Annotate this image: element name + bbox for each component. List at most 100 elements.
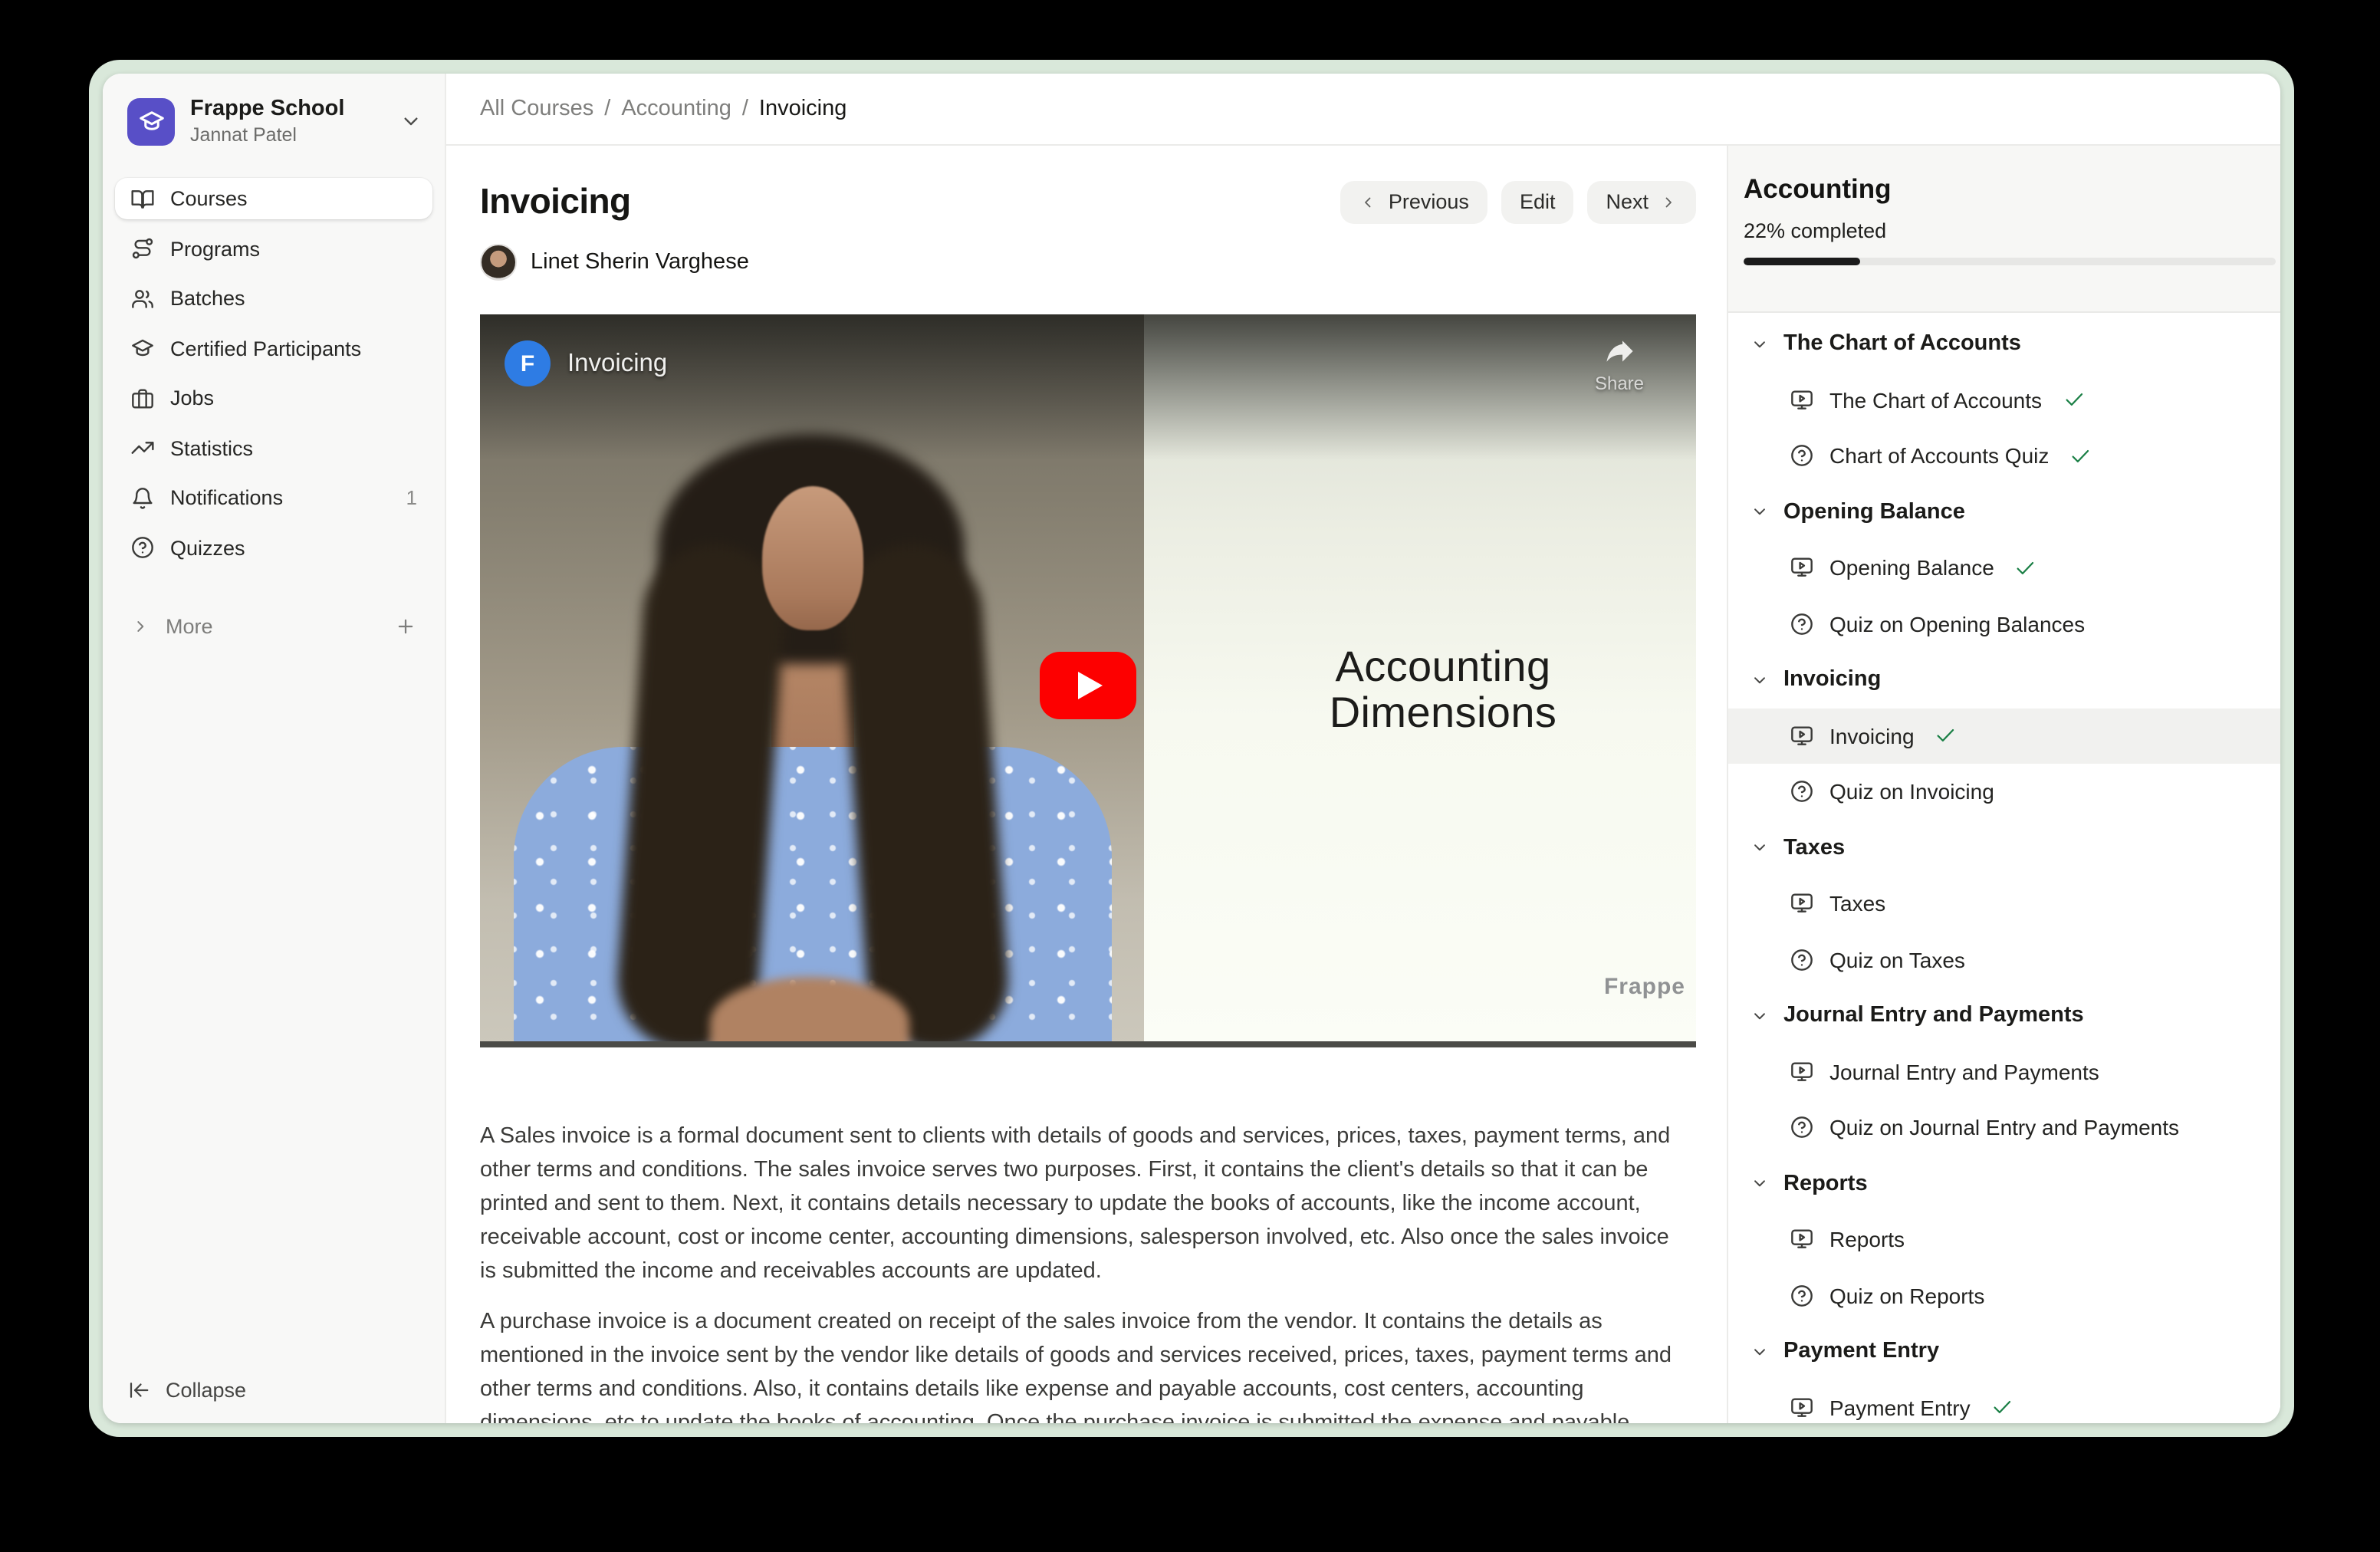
outline-item-invoicing[interactable]: Invoicing [1728,708,2280,764]
lesson-icon [1790,556,1814,580]
outline-item-label: Quiz on Invoicing [1829,780,1994,804]
workspace-user: Jannat Patel [190,124,344,146]
lesson-paragraph: A Sales invoice is a formal document sen… [480,1120,1676,1288]
outline-item-opening-balance[interactable]: Opening Balance [1728,540,2280,596]
sidebar-collapse-button[interactable]: Collapse [103,1379,445,1423]
plus-icon[interactable] [394,615,417,638]
check-icon [2062,389,2085,412]
outline-section-title: Journal Entry and Payments [1783,1004,2084,1028]
frappe-watermark: Frappe [1604,974,1685,1000]
outline-item-journal-entry-and-payments[interactable]: Journal Entry and Payments [1728,1044,2280,1100]
graduation-cap-icon [137,107,165,135]
outline-section-title: Invoicing [1783,668,1881,692]
play-button[interactable] [1040,652,1136,719]
breadcrumb: All Courses / Accounting / Invoicing [446,74,2280,146]
video-player[interactable]: Accounting Dimensions Frappe F Invoicing [480,314,1696,1047]
chevron-down-icon [1750,334,1770,354]
quiz-icon [1790,1116,1814,1140]
course-title: Accounting [1744,173,2265,206]
video-title[interactable]: Invoicing [567,349,667,378]
body-row: Invoicing Previous Edit [446,146,2280,1423]
sidebar-more[interactable]: More [130,606,417,647]
outline-section-opening-balance[interactable]: Opening Balance [1728,484,2280,540]
screen: Frappe School Jannat Patel Courses Progr… [0,0,2380,1552]
breadcrumb-all-courses[interactable]: All Courses [480,97,593,121]
video-bottom-bar [480,1041,1696,1047]
video-title-bar: F Invoicing [505,340,667,386]
author-name: Linet Sherin Varghese [531,250,749,275]
notification-count-badge: 1 [406,486,417,509]
sidebar-item-statistics[interactable]: Statistics [115,427,432,469]
sidebar-item-quizzes[interactable]: Quizzes [115,527,432,568]
breadcrumb-separator: / [604,97,610,121]
lesson-icon [1790,388,1814,413]
video-top-gradient [480,314,1696,460]
sidebar-item-label: Statistics [170,436,253,459]
lesson-icon [1790,1060,1814,1084]
outline-item-taxes[interactable]: Taxes [1728,876,2280,932]
course-outline: Accounting 22% completed The Chart of Ac… [1727,146,2280,1423]
outline-section-title: Payment Entry [1783,1340,1939,1364]
outline-section-journal-entry-and-payments[interactable]: Journal Entry and Payments [1728,988,2280,1044]
lesson-icon [1790,1228,1814,1252]
lesson-icon [1790,892,1814,916]
lesson-header: Invoicing Previous Edit [480,176,1696,227]
sidebar-item-certified-participants[interactable]: Certified Participants [115,327,432,369]
sidebar-item-notifications[interactable]: Notifications 1 [115,477,432,518]
sidebar-item-programs[interactable]: Programs [115,228,432,269]
sidebar-items: Courses Programs Batches Certified Parti… [115,178,432,577]
outline-section-taxes[interactable]: Taxes [1728,820,2280,876]
progress-fill [1744,258,1861,265]
lesson-body-text: A Sales invoice is a formal document sen… [480,1120,1676,1423]
chevron-down-icon [1750,1342,1770,1362]
outline-item-chart-of-accounts-quiz[interactable]: Chart of Accounts Quiz [1728,428,2280,484]
chevron-right-icon [130,617,150,636]
outline-item-quiz-on-reports[interactable]: Quiz on Reports [1728,1268,2280,1323]
outline-item-payment-entry[interactable]: Payment Entry [1728,1379,2280,1423]
sidebar-item-batches[interactable]: Batches [115,278,432,319]
outline-section-title: Opening Balance [1783,500,1965,524]
next-button[interactable]: Next [1587,180,1696,223]
outline-item-reports[interactable]: Reports [1728,1212,2280,1268]
outline-item-label: Reports [1829,1228,1905,1252]
help-circle-icon [130,535,155,560]
check-icon [2014,557,2037,580]
sidebar-item-jobs[interactable]: Jobs [115,377,432,419]
outline-item-quiz-on-opening-balances[interactable]: Quiz on Opening Balances [1728,596,2280,652]
outline-item-quiz-on-journal-entry-and-payments[interactable]: Quiz on Journal Entry and Payments [1728,1100,2280,1156]
outline-section-title: The Chart of Accounts [1783,332,2021,357]
share-button[interactable]: Share [1576,334,1662,394]
sidebar: Frappe School Jannat Patel Courses Progr… [103,74,446,1423]
breadcrumb-course[interactable]: Accounting [621,97,731,121]
course-outline-header: Accounting 22% completed [1728,146,2280,313]
app-window-inner: Frappe School Jannat Patel Courses Progr… [103,74,2280,1423]
edit-button[interactable]: Edit [1501,180,1574,223]
workspace-info: Frappe School Jannat Patel [190,97,344,146]
outline-section-the-chart-of-accounts[interactable]: The Chart of Accounts [1728,316,2280,372]
previous-button[interactable]: Previous [1341,180,1488,223]
outline-item-quiz-on-taxes[interactable]: Quiz on Taxes [1728,932,2280,988]
sidebar-item-label: Quizzes [170,536,245,559]
sidebar-item-courses[interactable]: Courses [115,178,432,219]
lesson-icon [1790,724,1814,748]
outline-item-label: Quiz on Taxes [1829,948,1965,972]
outline-item-label: Journal Entry and Payments [1829,1060,2099,1084]
outline-item-label: Invoicing [1829,724,1915,748]
workspace-switcher[interactable]: Frappe School Jannat Patel [103,74,445,146]
outline-section-payment-entry[interactable]: Payment Entry [1728,1323,2280,1379]
check-icon [1935,725,1958,748]
channel-avatar[interactable]: F [505,340,551,386]
sidebar-item-label: Programs [170,237,260,260]
chevron-down-icon[interactable] [399,109,423,133]
bell-icon [130,485,155,510]
outline-section-reports[interactable]: Reports [1728,1156,2280,1212]
outline-item-label: Quiz on Opening Balances [1829,612,2085,636]
outline-section-invoicing[interactable]: Invoicing [1728,652,2280,708]
outline-item-the-chart-of-accounts[interactable]: The Chart of Accounts [1728,372,2280,428]
outline-item-quiz-on-invoicing[interactable]: Quiz on Invoicing [1728,764,2280,820]
graduation-cap-icon [130,336,155,360]
presenter-face [762,486,863,630]
chevron-down-icon [1750,1006,1770,1026]
quiz-icon [1790,444,1814,469]
book-open-icon [130,186,155,211]
